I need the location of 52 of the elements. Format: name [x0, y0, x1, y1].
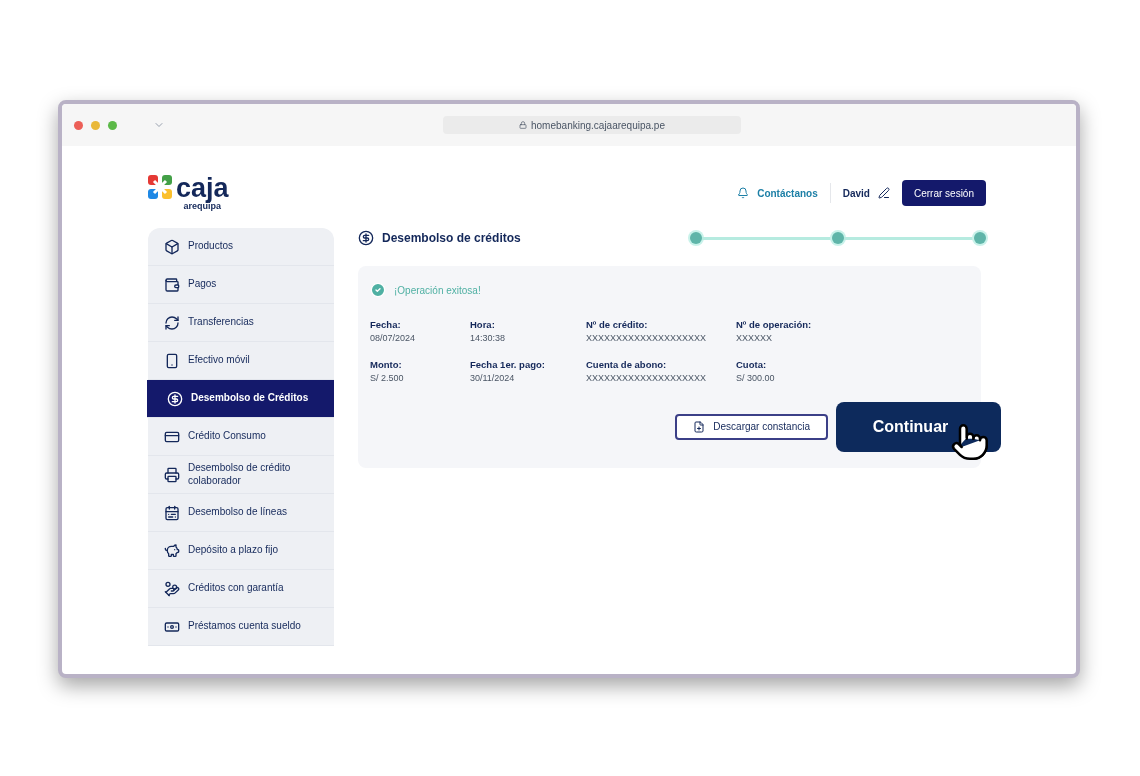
field-label: Nº de operación:	[736, 318, 813, 332]
sidebar-item[interactable]: Créditos con garantía	[148, 570, 334, 608]
logo-subtitle: arequipa	[183, 202, 222, 211]
field-value: XXXXXXXXXXXXXXXXXXXX	[586, 332, 708, 346]
download-button[interactable]: Descargar constancia	[675, 413, 828, 440]
sidebar-item[interactable]: Pagos	[148, 266, 334, 304]
field-label: Hora:	[470, 318, 496, 332]
field-label: Fecha 1er. pago:	[470, 357, 546, 372]
bell-icon	[737, 187, 750, 199]
field-value: 30/11/2024	[470, 372, 516, 385]
user-name: David	[842, 186, 870, 201]
coin-icon	[167, 390, 183, 407]
field-value: S/ 2.500	[370, 372, 405, 385]
check-circle-icon	[370, 282, 386, 298]
field-value: XXXXXX	[736, 332, 774, 346]
field-label: Cuota:	[736, 357, 768, 372]
page-title: Desembolso de créditos	[382, 230, 521, 247]
address-bar[interactable]: homebanking.cajaarequipa.pe	[443, 116, 741, 134]
lock-icon	[519, 121, 527, 129]
file-plus-icon	[693, 420, 706, 433]
field-value: S/ 300.00	[736, 372, 776, 385]
success-message: ¡Operación exitosa!	[394, 283, 481, 298]
logo-icon	[148, 175, 172, 199]
field-value: 14:30:38	[470, 332, 507, 346]
logout-button[interactable]: Cerrar sesión	[901, 180, 986, 206]
contact-link[interactable]: Contáctanos	[757, 185, 818, 201]
continue-button[interactable]: Continuar	[836, 401, 1001, 452]
sidebar-item[interactable]: Desembolso de Créditos	[147, 380, 334, 418]
field-label: Nº de crédito:	[586, 318, 649, 332]
sidebar-item[interactable]: Desembolso de líneas	[148, 494, 334, 532]
sidebar-item[interactable]: Productos	[148, 228, 334, 266]
sidebar-item[interactable]: Transferencias	[148, 304, 334, 342]
field-value: XXXXXXXXXXXXXXXXXXXX	[586, 372, 708, 385]
field-label: Monto:	[370, 357, 403, 372]
edit-icon[interactable]	[877, 187, 890, 199]
wallet-icon	[164, 276, 180, 293]
printer-icon	[164, 466, 180, 483]
refresh-icon	[164, 314, 180, 331]
hand-coins-icon	[164, 580, 180, 597]
piggy-bank-icon	[164, 542, 180, 559]
field-label: Cuenta de abono:	[586, 357, 668, 372]
field-value: 08/07/2024	[370, 332, 417, 346]
sidebar-item[interactable]: Desembolso de crédito colaborador	[148, 456, 334, 494]
sidebar-item[interactable]: Depósito a plazo fijo	[148, 532, 334, 570]
phone-icon	[164, 352, 180, 369]
calendar-icon	[164, 504, 180, 521]
coin-icon	[358, 230, 374, 246]
field-label: Fecha:	[370, 318, 402, 332]
sidebar-item[interactable]: Préstamos cuenta sueldo	[148, 608, 334, 646]
sidebar-item[interactable]: Crédito Consumo	[148, 418, 334, 456]
cube-icon	[164, 238, 180, 255]
logo-wordmark: caja	[176, 175, 229, 202]
